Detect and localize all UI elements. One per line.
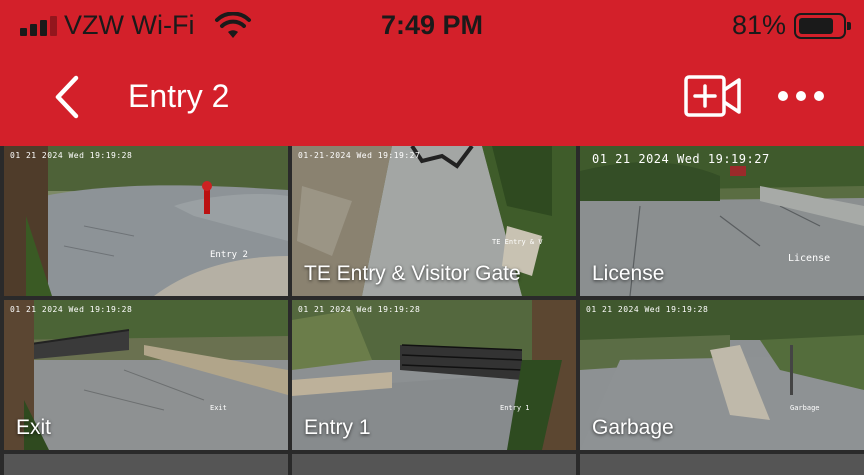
camera-overlay-text: TE Entry & V: [492, 238, 543, 246]
camera-overlay-text: Entry 2: [210, 250, 248, 260]
camera-timestamp: 01-21-2024 Wed 19:19:27: [298, 151, 421, 160]
status-bar: VZW Wi-Fi 7:49 PM 81%: [0, 0, 864, 58]
camera-feed-image: [4, 146, 288, 296]
camera-tile[interactable]: [4, 454, 288, 475]
camera-label: TE Entry & Visitor Gate: [304, 262, 521, 285]
camera-overlay-text: Garbage: [790, 404, 820, 412]
camera-timestamp: 01 21 2024 Wed 19:19:28: [586, 305, 709, 314]
camera-tile-license[interactable]: 01 21 2024 Wed 19:19:27 License License: [580, 146, 864, 296]
camera-tile-entry-1[interactable]: 01 21 2024 Wed 19:19:28 Entry 1 Entry 1: [292, 300, 576, 450]
chevron-left-icon[interactable]: [48, 74, 88, 120]
camera-overlay-text: License: [788, 253, 831, 264]
camera-timestamp: 01 21 2024 Wed 19:19:28: [10, 305, 133, 314]
camera-timestamp: 01 21 2024 Wed 19:19:27: [592, 152, 770, 166]
camera-tile-entry-2[interactable]: 01 21 2024 Wed 19:19:28 Entry 2: [4, 146, 288, 296]
camera-label: Exit: [16, 416, 52, 439]
page-title: Entry 2: [128, 78, 230, 114]
camera-tile-garbage[interactable]: 01 21 2024 Wed 19:19:28 Garbage Garbage: [580, 300, 864, 450]
video-add-icon[interactable]: [684, 74, 742, 118]
app-header: VZW Wi-Fi 7:49 PM 81% Entry 2: [0, 0, 864, 146]
camera-tile[interactable]: [292, 454, 576, 475]
camera-overlay-text: Exit: [210, 404, 227, 412]
camera-tile[interactable]: [580, 454, 864, 475]
battery-icon: [794, 13, 851, 39]
camera-label: License: [592, 262, 665, 285]
camera-label: Entry 1: [304, 416, 371, 439]
camera-timestamp: 01 21 2024 Wed 19:19:28: [10, 151, 133, 160]
camera-overlay-text: Entry 1: [500, 404, 530, 412]
camera-tile-te-entry-visitor-gate[interactable]: 01-21-2024 Wed 19:19:27 TE Entry & V TE …: [292, 146, 576, 296]
camera-timestamp: 01 21 2024 Wed 19:19:28: [298, 305, 421, 314]
battery-percent: 81%: [731, 10, 786, 40]
camera-label: Garbage: [592, 416, 674, 439]
camera-tile-exit[interactable]: 01 21 2024 Wed 19:19:28 Exit Exit: [4, 300, 288, 450]
more-horizontal-icon[interactable]: [778, 88, 824, 104]
camera-grid: 01 21 2024 Wed 19:19:28 Entry 2 01-21-20…: [0, 146, 864, 475]
